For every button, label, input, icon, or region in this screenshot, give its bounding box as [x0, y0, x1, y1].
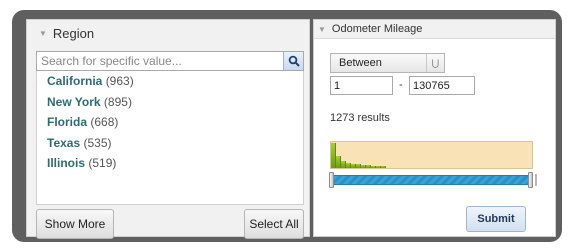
min-mileage-input[interactable]: [330, 76, 393, 95]
select-all-button[interactable]: Select All: [244, 209, 304, 239]
region-filter-panel: ▼ Region California (963) New York (895)…: [26, 19, 310, 239]
search-button[interactable]: [283, 52, 303, 70]
histogram-bar: [381, 166, 386, 168]
region-item-name: Illinois: [47, 156, 86, 171]
region-item-name: New York: [47, 94, 101, 109]
submit-button[interactable]: Submit: [466, 206, 526, 232]
region-list: California (963) New York (895) Florida …: [36, 71, 304, 205]
odometer-filter-panel: ▼ Odometer Mileage Between ⋃ - 1273 resu…: [313, 19, 556, 237]
operator-select[interactable]: Between ⋃: [330, 53, 445, 73]
range-separator: -: [399, 79, 403, 91]
max-mileage-input[interactable]: [409, 76, 475, 95]
odometer-header[interactable]: ▼ Odometer Mileage: [314, 20, 555, 39]
range-slider-max-handle[interactable]: [528, 172, 533, 188]
region-item-florida[interactable]: Florida (668): [37, 112, 303, 133]
range-slider-track[interactable]: [333, 175, 530, 185]
region-item-count: (895): [103, 94, 132, 109]
region-item-name: California: [47, 74, 103, 88]
region-header[interactable]: ▼ Region: [27, 20, 309, 47]
mileage-histogram: [330, 141, 533, 169]
search-icon: [288, 55, 300, 67]
show-more-button[interactable]: Show More: [36, 209, 114, 239]
region-item-texas[interactable]: Texas (535): [37, 133, 303, 154]
collapse-triangle-icon[interactable]: ▼: [318, 25, 326, 34]
region-item-name: Texas: [47, 135, 81, 150]
double-chevron-down-icon[interactable]: ⋃: [426, 54, 444, 72]
operator-select-value: Between: [339, 57, 382, 69]
region-item-new-york[interactable]: New York (895): [37, 92, 303, 113]
region-search-box: [36, 51, 304, 71]
region-title: Region: [52, 26, 95, 41]
region-item-count: (668): [90, 115, 119, 130]
region-item-illinois[interactable]: Illinois (519): [37, 153, 303, 174]
region-item-count: (535): [83, 135, 112, 150]
range-slider-min-handle[interactable]: [329, 172, 334, 188]
region-search-input[interactable]: [37, 52, 283, 70]
region-item-count: (519): [88, 156, 117, 171]
region-item-california[interactable]: California (963): [37, 71, 303, 92]
odometer-title: Odometer Mileage: [331, 23, 423, 35]
region-item-name: Florida: [47, 115, 88, 130]
results-count: 1273 results: [330, 112, 390, 124]
collapse-triangle-icon[interactable]: ▼: [39, 29, 47, 38]
region-item-count: (963): [105, 74, 134, 88]
range-slider-end-mark: [535, 174, 537, 186]
